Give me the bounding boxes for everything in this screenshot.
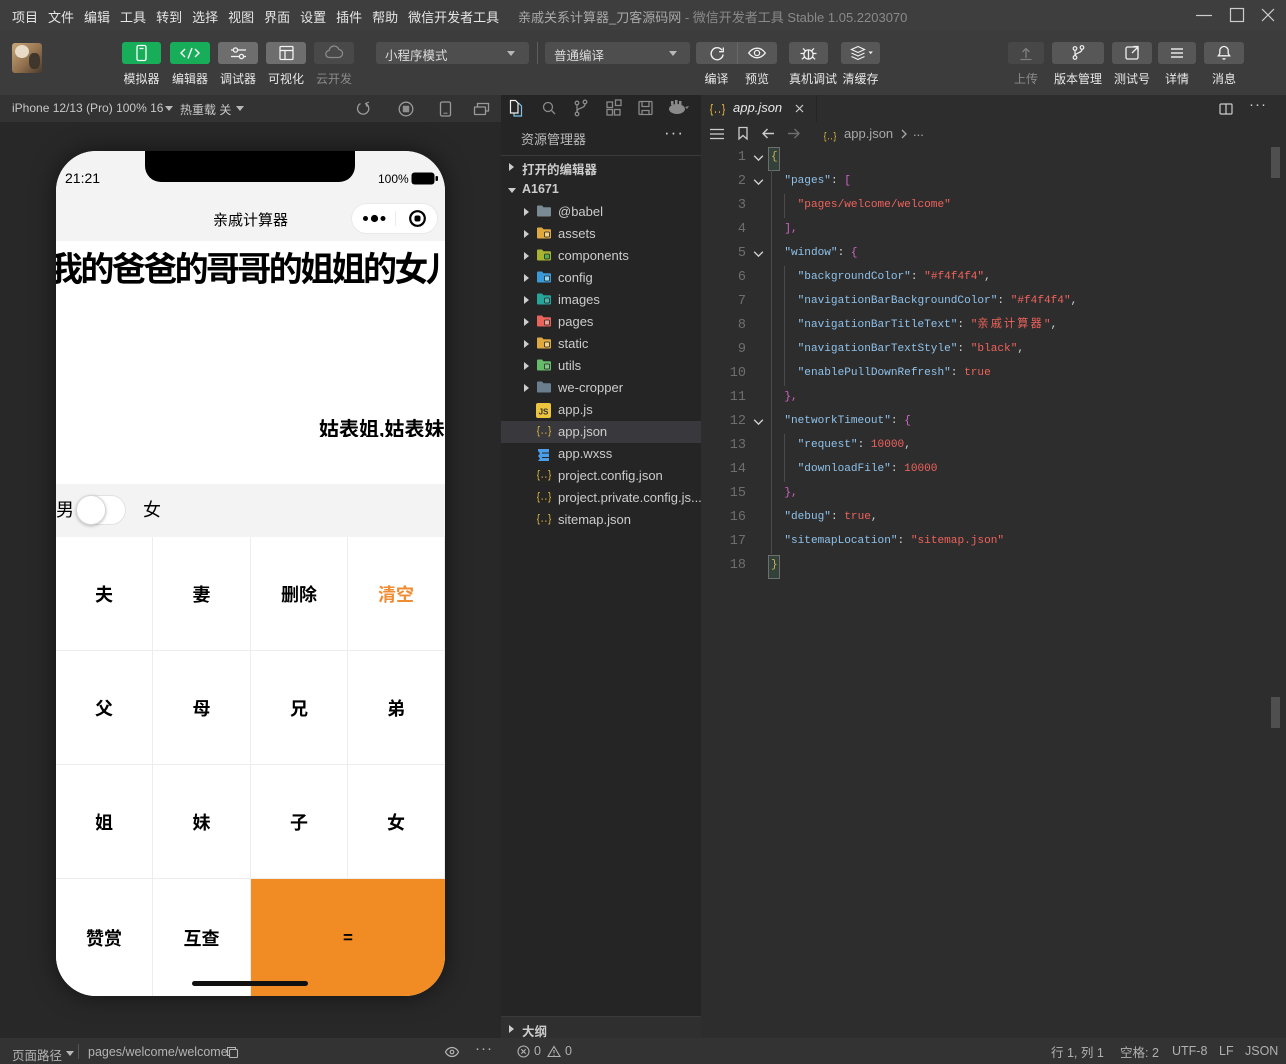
svg-text:{..}: {..} — [824, 132, 837, 143]
svg-text:{..}: {..} — [710, 103, 726, 116]
svg-text:{..}: {..} — [537, 514, 552, 526]
svg-text:{..}: {..} — [537, 492, 552, 504]
svg-text:{..}: {..} — [537, 426, 552, 438]
svg-text:{..}: {..} — [537, 470, 552, 482]
svg-text:JS: JS — [539, 408, 549, 417]
